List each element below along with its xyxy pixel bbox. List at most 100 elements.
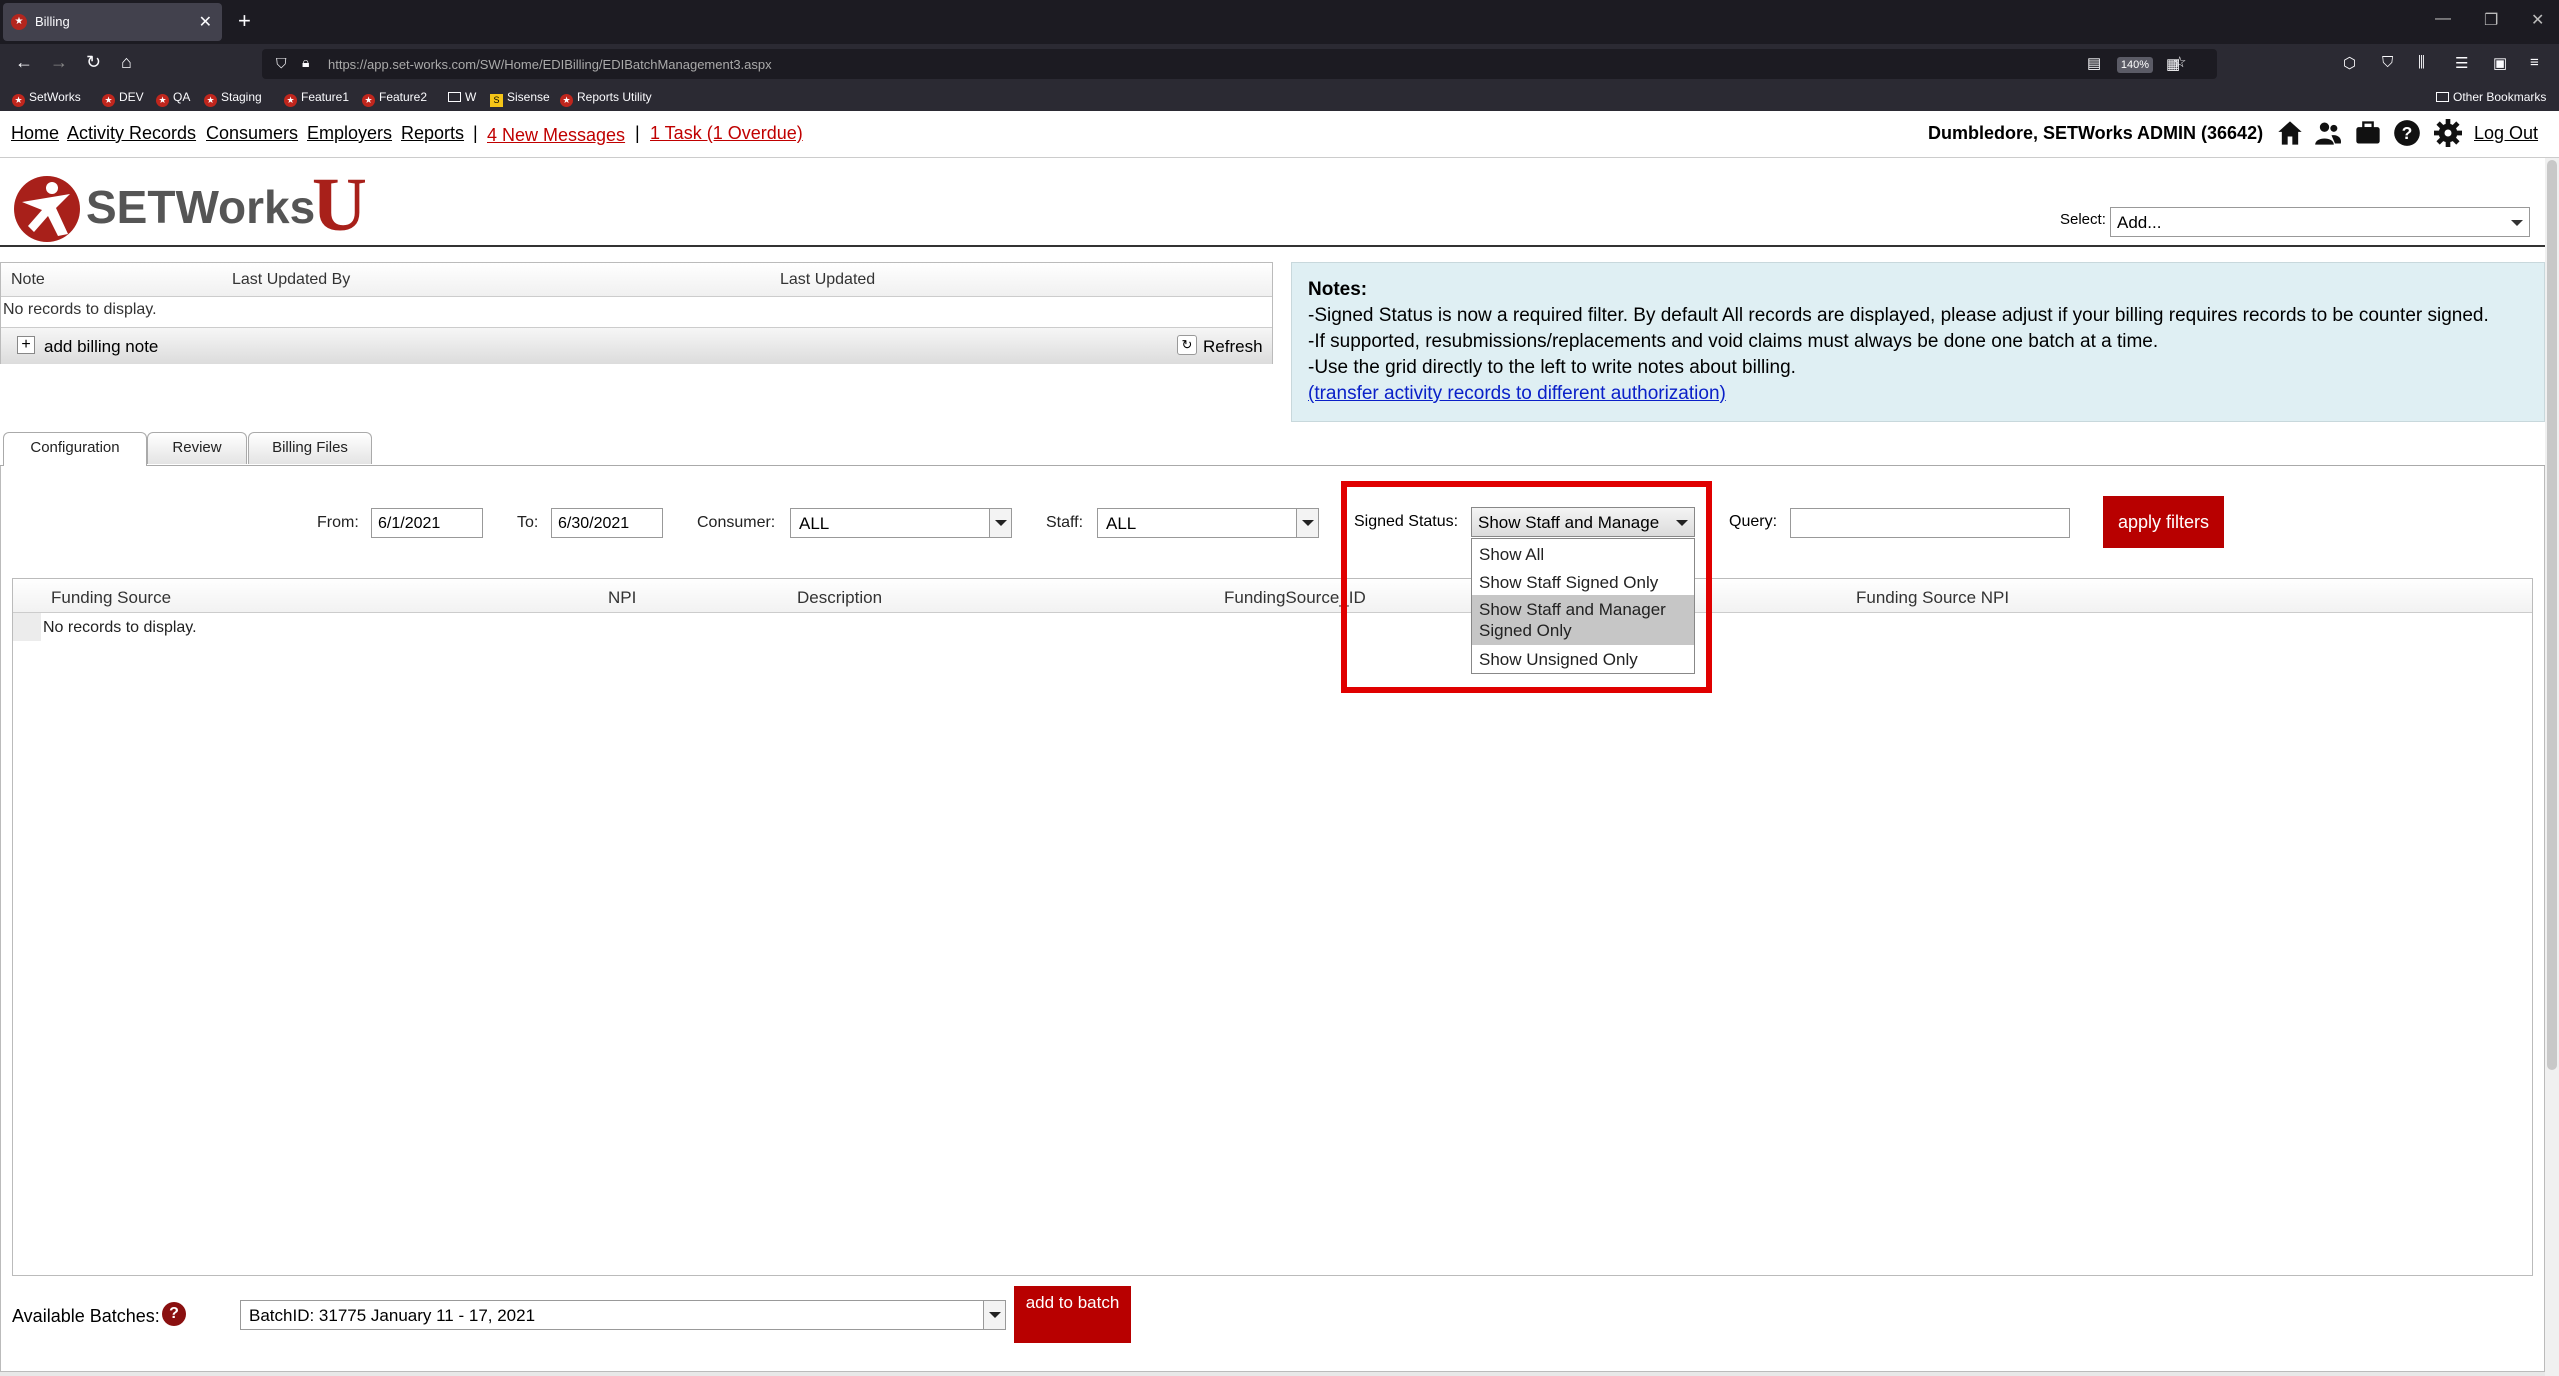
logo-u: U <box>312 163 367 247</box>
help-icon[interactable]: ? <box>2393 119 2421 147</box>
chevron-down-icon[interactable] <box>983 1301 1005 1329</box>
forward-icon[interactable]: → <box>50 52 68 73</box>
add-to-batch-button[interactable]: add to batch <box>1014 1286 1131 1343</box>
column-header-last-updated-by[interactable]: Last Updated By <box>232 271 350 289</box>
back-icon[interactable]: ← <box>15 52 33 73</box>
home-icon[interactable] <box>2276 119 2304 147</box>
notes-line: -If supported, resubmissions/replacement… <box>1308 331 2159 352</box>
row-selector <box>13 613 41 641</box>
bookmark-sisense[interactable]: S Sisense <box>490 90 550 107</box>
tab-title: Billing <box>35 14 70 29</box>
staff-combo[interactable]: ALL <box>1097 508 1319 538</box>
bookmark-feature2[interactable]: ★ Feature2 <box>362 90 427 107</box>
bookmark-feature1[interactable]: ★ Feature1 <box>284 90 349 107</box>
grid-empty-text: No records to display. <box>43 619 197 636</box>
bookmark-w[interactable]: W <box>448 90 476 104</box>
scrollbar-thumb[interactable] <box>2547 160 2557 1070</box>
query-input[interactable] <box>1790 508 2070 538</box>
chevron-down-icon[interactable] <box>1296 509 1318 537</box>
nav-home-link[interactable]: Home <box>11 123 59 144</box>
staff-label: Staff: <box>1046 514 1084 531</box>
apply-filters-button[interactable]: apply filters <box>2103 496 2224 548</box>
consumer-combo[interactable]: ALL <box>790 508 1012 538</box>
setworks-icon: ★ <box>102 94 115 107</box>
billing-notes-grid: Note Last Updated By Last Updated No rec… <box>0 262 1273 364</box>
tasks-link[interactable]: 1 Task (1 Overdue) <box>650 123 803 144</box>
available-batches-label: Available Batches: <box>12 1306 160 1326</box>
column-header-note[interactable]: Note <box>11 271 45 289</box>
highlight-box <box>1341 481 1712 693</box>
from-date-input[interactable]: 6/1/2021 <box>371 508 483 538</box>
sync-icon[interactable]: ☰ <box>2455 54 2468 72</box>
users-icon[interactable] <box>2314 119 2342 147</box>
zoom-badge[interactable]: 140% <box>2117 57 2153 73</box>
add-select-value: Add... <box>2117 213 2162 232</box>
column-header-last-updated[interactable]: Last Updated <box>780 271 875 289</box>
new-messages-link[interactable]: 4 New Messages <box>487 125 625 146</box>
bookmark-staging[interactable]: ★ Staging <box>204 90 262 107</box>
url-bar[interactable]: ⛉ 🔒︎ https://app.set-works.com/SW/Home/E… <box>262 49 2217 79</box>
user-name: Dumbledore, SETWorks ADMIN (36642) <box>1928 123 2264 143</box>
notes-line: -Use the grid directly to the left to wr… <box>1308 357 1796 378</box>
briefcase-icon[interactable] <box>2354 119 2382 147</box>
setworks-icon: ★ <box>560 94 573 107</box>
add-select[interactable]: Add... <box>2110 207 2530 237</box>
browser-tab[interactable]: ★ Billing ✕ <box>3 3 222 41</box>
setworks-logo: SETWorks U <box>12 163 392 247</box>
bookmark-reports-utility[interactable]: ★ Reports Utility <box>560 90 652 107</box>
available-batches-value: BatchID: 31775 January 11 - 17, 2021 <box>249 1306 536 1325</box>
bookmark-dev[interactable]: ★ DEV <box>102 90 144 107</box>
notes-panel: Notes: -Signed Status is now a required … <box>1291 262 2545 422</box>
pocket-icon[interactable]: ⬡ <box>2343 54 2356 72</box>
grid-header: Funding Source NPI Description FundingSo… <box>13 579 2532 613</box>
extension-icon[interactable]: ▣ <box>2493 54 2507 72</box>
tab-configuration[interactable]: Configuration <box>3 432 147 466</box>
window-close-icon[interactable]: ✕ <box>2531 10 2544 30</box>
other-bookmarks[interactable]: Other Bookmarks <box>2436 90 2546 104</box>
chevron-down-icon[interactable] <box>989 509 1011 537</box>
setworks-logo-icon <box>14 176 80 242</box>
to-label: To: <box>517 514 539 531</box>
new-tab-icon[interactable]: + <box>238 8 251 34</box>
refresh-button[interactable]: Refresh <box>1203 337 1263 357</box>
nav-reports-link[interactable]: Reports <box>401 123 464 144</box>
nav-activity-records-link[interactable]: Activity Records <box>67 123 196 144</box>
nav-employers-link[interactable]: Employers <box>307 123 392 144</box>
column-header-funding-source-npi[interactable]: Funding Source NPI <box>1856 588 2009 608</box>
consumer-value: ALL <box>799 514 830 533</box>
column-header-npi[interactable]: NPI <box>608 588 636 608</box>
reader-view-icon[interactable]: ▤ <box>2087 54 2101 72</box>
page-bottom-border <box>0 1371 2545 1376</box>
restore-icon[interactable]: ❐ <box>2484 10 2498 30</box>
bookmark-setworks[interactable]: ★ SetWorks <box>12 90 81 107</box>
plus-icon[interactable]: + <box>17 336 35 354</box>
gear-icon[interactable] <box>2434 119 2462 147</box>
transfer-activity-link[interactable]: (transfer activity records to different … <box>1308 383 1726 404</box>
available-batches-combo[interactable]: BatchID: 31775 January 11 - 17, 2021 <box>240 1300 1006 1330</box>
nav-consumers-link[interactable]: Consumers <box>206 123 298 144</box>
svg-text:?: ? <box>2402 123 2413 143</box>
staff-value: ALL <box>1106 514 1137 533</box>
container-icon[interactable]: ▦ <box>2166 55 2180 73</box>
close-tab-icon[interactable]: ✕ <box>199 12 212 32</box>
reload-icon[interactable]: ↻ <box>86 52 101 73</box>
folder-icon <box>2436 92 2449 102</box>
tab-review[interactable]: Review <box>147 432 247 464</box>
minimize-icon[interactable]: — <box>2435 10 2451 28</box>
column-header-description[interactable]: Description <box>797 588 882 608</box>
to-date-input[interactable]: 6/30/2021 <box>551 508 663 538</box>
help-icon[interactable]: ? <box>162 1302 186 1326</box>
library-icon[interactable]: ⫼ <box>2418 54 2425 71</box>
tab-billing-files[interactable]: Billing Files <box>248 432 372 464</box>
add-billing-note-button[interactable]: add billing note <box>44 337 158 357</box>
lock-icon[interactable]: 🔒︎ <box>302 54 309 71</box>
logout-link[interactable]: Log Out <box>2474 123 2538 144</box>
menu-icon[interactable]: ≡ <box>2530 54 2539 71</box>
shield-icon[interactable]: ⛉ <box>2382 54 2393 71</box>
home-icon[interactable]: ⌂ <box>121 52 132 73</box>
shield-icon[interactable]: ⛉ <box>276 55 287 72</box>
refresh-icon[interactable]: ↻ <box>1177 335 1197 355</box>
bookmark-qa[interactable]: ★ QA <box>156 90 190 107</box>
column-header-funding-source[interactable]: Funding Source <box>51 588 171 608</box>
nav-separator: | <box>473 123 478 143</box>
